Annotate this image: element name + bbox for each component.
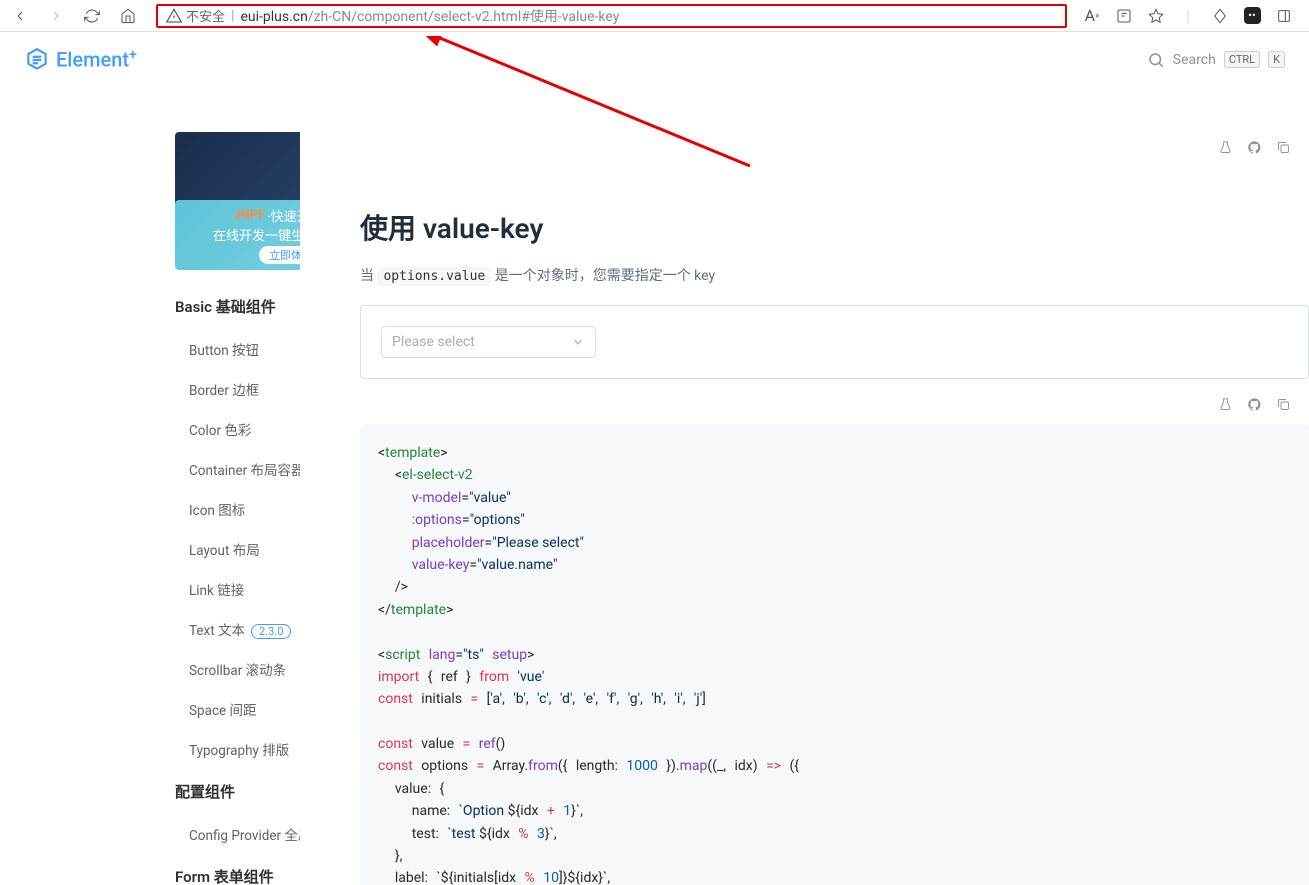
sidebar-icon[interactable]: [1275, 7, 1293, 25]
sidebar-item-space[interactable]: Space 间距: [175, 689, 300, 729]
sidebar-item-container[interactable]: Container 布局容器: [175, 449, 300, 489]
section-description: 当 options.value 是一个对象时，您需要指定一个 key: [360, 265, 1309, 285]
main-content: 使用 value-key 当 options.value 是一个对象时，您需要指…: [300, 32, 1309, 885]
sidebar-item-config-provider[interactable]: Config Provider 全局配置: [175, 814, 300, 854]
app-header: Element+ Search CTRL K: [0, 32, 1309, 87]
kbd-ctrl: CTRL: [1224, 51, 1260, 68]
code-actions-top: [360, 132, 1309, 167]
divider: |: [1179, 7, 1197, 25]
copy-icon[interactable]: [1276, 397, 1291, 416]
search-button[interactable]: Search CTRL K: [1147, 51, 1285, 69]
sidebar-item-button[interactable]: Button 按钮: [175, 329, 300, 369]
favorite-icon[interactable]: [1147, 7, 1165, 25]
select-input[interactable]: Please select: [381, 326, 596, 358]
translate-icon[interactable]: [1115, 7, 1133, 25]
sidebar-section-config: 配置组件: [175, 781, 300, 802]
sidebar-item-color[interactable]: Color 色彩: [175, 409, 300, 449]
sidebar-item-layout[interactable]: Layout 布局: [175, 529, 300, 569]
extension-icon-1[interactable]: [1211, 7, 1229, 25]
home-button[interactable]: [116, 4, 140, 28]
browser-actions: A» | ••: [1083, 7, 1301, 25]
code-block[interactable]: <template> <el-select-v2 v-model="value"…: [360, 424, 1309, 885]
copy-icon[interactable]: [1276, 140, 1291, 159]
sidebar-item-icon[interactable]: Icon 图标: [175, 489, 300, 529]
reading-mode-icon[interactable]: A»: [1083, 7, 1101, 25]
chevron-down-icon: [571, 335, 585, 349]
code-actions-bottom: [360, 389, 1309, 424]
sidebar-item-border[interactable]: Border 边框: [175, 369, 300, 409]
sidebar-item-scrollbar[interactable]: Scrollbar 滚动条: [175, 649, 300, 689]
logo[interactable]: Element+: [24, 47, 137, 73]
sponsor-banner-2[interactable]: JNPF·快速开发平台 在线开发一键生成功能表单 立即体验: [175, 200, 300, 270]
sidebar-item-text[interactable]: Text 文本2.3.0: [175, 609, 300, 649]
forward-button[interactable]: [44, 4, 68, 28]
sidebar-item-typography[interactable]: Typography 排版: [175, 729, 300, 769]
extension-icon-2[interactable]: ••: [1243, 7, 1261, 25]
sidebar-item-link[interactable]: Link 链接: [175, 569, 300, 609]
refresh-button[interactable]: [80, 4, 104, 28]
playground-icon[interactable]: [1218, 140, 1233, 159]
demo-container: Please select: [360, 305, 1309, 379]
browser-toolbar: 不安全 | eui-plus.cn/zh-CN/component/select…: [0, 0, 1309, 32]
section-heading: 使用 value-key: [360, 207, 1309, 247]
sidebar: JNPF·快速开发平台 在线开发一键生成功能表单 立即体验 Basic 基础组件…: [0, 32, 300, 885]
github-icon[interactable]: [1247, 140, 1262, 159]
github-icon[interactable]: [1247, 397, 1262, 416]
kbd-k: K: [1268, 51, 1285, 68]
security-warning-icon: 不安全: [166, 6, 225, 25]
sidebar-section-basic: Basic 基础组件: [175, 296, 300, 317]
playground-icon[interactable]: [1218, 397, 1233, 416]
sidebar-section-form: Form 表单组件: [175, 866, 300, 885]
address-bar[interactable]: 不安全 | eui-plus.cn/zh-CN/component/select…: [156, 4, 1067, 28]
back-button[interactable]: [8, 4, 32, 28]
